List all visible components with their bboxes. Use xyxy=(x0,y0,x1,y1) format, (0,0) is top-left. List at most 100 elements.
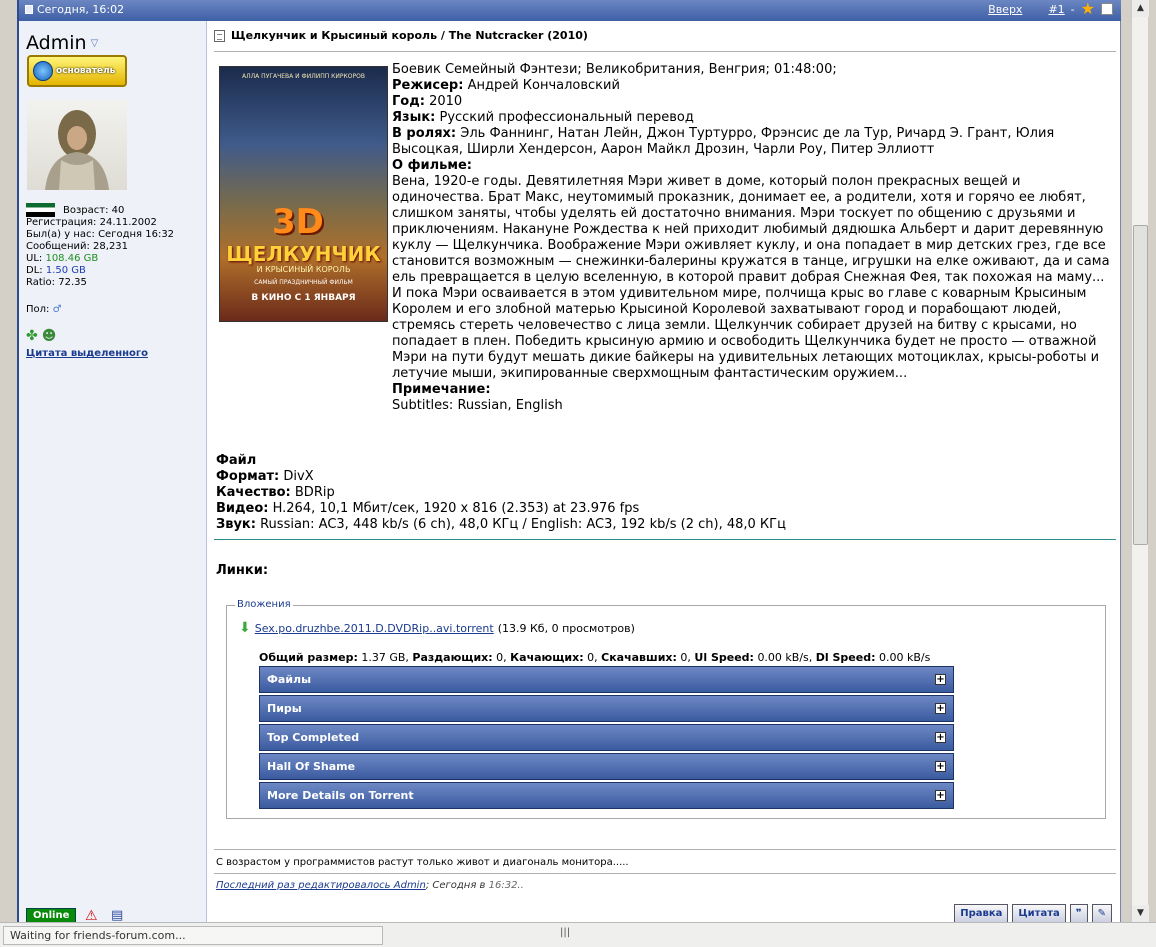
rank-badge: основатель xyxy=(27,55,127,87)
poster-title: ЩЕЛКУНЧИК xyxy=(226,242,381,266)
links-label: Линки: xyxy=(216,563,269,578)
user-icon[interactable]: ☻ xyxy=(42,328,57,344)
avatar-image xyxy=(45,110,109,190)
edited-time: 16:32.. xyxy=(488,880,524,891)
seeders-label: Раздающих: xyxy=(412,651,493,664)
ul-speed-value: 0.00 kB/s, xyxy=(757,651,813,664)
expand-icon[interactable]: + xyxy=(935,703,946,714)
director-label: Режисер: xyxy=(392,78,464,93)
dl-speed-label: Dl Speed: xyxy=(815,651,876,664)
video-label: Видео: xyxy=(216,501,269,516)
divider xyxy=(214,51,1116,52)
torrent-file-meta: (13.9 Кб, 0 просмотров) xyxy=(497,621,635,635)
star-icon[interactable]: ★ xyxy=(1081,1,1095,17)
audio: Russian: AC3, 448 kb/s (6 ch), 48,0 КГц … xyxy=(260,517,786,532)
scrollbar-thumb[interactable] xyxy=(1133,225,1148,545)
language: Русский профессиональный перевод xyxy=(439,110,694,125)
section-hall-of-shame[interactable]: Hall Of Shame + xyxy=(259,753,954,780)
status-text: Waiting for friends-forum.com... xyxy=(3,926,383,945)
username-text: Admin xyxy=(26,32,87,54)
post-title: Щелкунчик и Крысиный король / The Nutcra… xyxy=(214,29,588,42)
note-text: Subtitles: Russian, English xyxy=(392,398,563,413)
username[interactable]: Admin ▽ xyxy=(26,32,98,54)
expand-icon[interactable]: + xyxy=(935,732,946,743)
quote-selected-link[interactable]: Цитата выделенного xyxy=(26,348,148,359)
signature: С возрастом у программистов растут тольк… xyxy=(216,857,629,868)
vertical-scrollbar[interactable]: ▲ ▼ xyxy=(1131,0,1149,922)
browser-frame: Сегодня, 16:02 Вверх #1 - ★ Admin ▽ осно… xyxy=(17,0,1121,947)
expand-icon[interactable]: + xyxy=(935,674,946,685)
edited-sep: ; xyxy=(425,880,430,891)
post-header-right: Вверх #1 - ★ xyxy=(988,1,1113,17)
private-message-icon[interactable]: ▤ xyxy=(111,908,123,923)
section-peers-label: Пиры xyxy=(267,702,302,715)
user-ratio: Ratio: 72.35 xyxy=(26,277,87,288)
about-text: Вена, 1920-е годы. Девятилетняя Мэри жив… xyxy=(392,174,1110,381)
dl-speed-value: 0.00 kB/s xyxy=(879,651,931,664)
section-top-completed[interactable]: Top Completed + xyxy=(259,724,954,751)
scroll-down-icon[interactable]: ▼ xyxy=(1132,905,1149,922)
clover-icon[interactable]: ✤ xyxy=(26,328,38,344)
resize-grip-icon[interactable]: ||| xyxy=(560,927,570,938)
attachments-box: Вложения ⬇ Sex.po.druzhbe.2011.D.DVDRip.… xyxy=(226,599,1106,819)
format-label: Формат: xyxy=(216,469,280,484)
seeders-value: 0, xyxy=(496,651,507,664)
section-more-details[interactable]: More Details on Torrent + xyxy=(259,782,954,809)
expand-icon[interactable]: + xyxy=(935,790,946,801)
edited-when: Сегодня в xyxy=(432,880,486,891)
post-actions: Правка Цитата ❞ ✎ xyxy=(954,904,1112,924)
quality-label: Качество: xyxy=(216,485,291,500)
ul-value: 108.46 GB xyxy=(45,253,99,264)
post-number-link[interactable]: #1 xyxy=(1048,3,1064,16)
status-bar: Waiting for friends-forum.com... ||| xyxy=(0,922,1156,947)
edited-link[interactable]: Последний раз редактировалось Admin xyxy=(216,880,426,891)
format: DivX xyxy=(283,469,314,484)
user-age: Возраст: 40 xyxy=(63,205,125,216)
scroll-top-link[interactable]: Вверх xyxy=(988,3,1022,16)
multiquote-button[interactable]: ❞ xyxy=(1069,904,1088,924)
gender-label: Пол: xyxy=(26,304,50,315)
dl-value: 1.50 GB xyxy=(45,265,86,276)
divider xyxy=(214,539,1116,540)
movie-genre: Боевик Семейный Фэнтези; Великобритания,… xyxy=(392,62,837,77)
video: H.264, 10,1 Мбит/сек, 1920 x 816 (2.353)… xyxy=(272,501,640,516)
quality: BDRip xyxy=(294,485,335,500)
user-sidebar: Admin ▽ основатель Возраст: 40 Регистрац… xyxy=(19,21,207,947)
file-info: Файл Формат: DivX Качество: BDRip Видео:… xyxy=(216,453,1116,533)
movie-description: Боевик Семейный Фэнтези; Великобритания,… xyxy=(392,62,1114,414)
user-registered: Регистрация: 24.11.2002 xyxy=(26,217,157,228)
attachment-item: ⬇ Sex.po.druzhbe.2011.D.DVDRip..avi.torr… xyxy=(239,620,635,636)
section-peers[interactable]: Пиры + xyxy=(259,695,954,722)
male-icon: ♂ xyxy=(52,304,62,315)
quick-reply-icon[interactable]: ✎ xyxy=(1091,904,1112,924)
select-post-checkbox[interactable] xyxy=(1101,3,1113,15)
torrent-file-link[interactable]: Sex.po.druzhbe.2011.D.DVDRip..avi.torren… xyxy=(255,622,494,635)
expand-icon[interactable]: + xyxy=(935,761,946,772)
poster-tagline: САМЫЙ ПРАЗДНИЧНЫЙ ФИЛЬМ xyxy=(254,279,353,286)
section-more-details-label: More Details on Torrent xyxy=(267,789,414,802)
leechers-label: Качающих: xyxy=(510,651,584,664)
poster-top-text: АЛЛА ПУГАЧЕВА И ФИЛИПП КИРКОРОВ xyxy=(242,73,365,80)
movie-poster[interactable]: АЛЛА ПУГАЧЕВА И ФИЛИПП КИРКОРОВ 3D ЩЕЛКУ… xyxy=(219,66,388,322)
divider xyxy=(214,873,1116,874)
download-arrow-icon[interactable]: ⬇ xyxy=(239,620,251,636)
downloaded-value: 0, xyxy=(680,651,691,664)
user-last-seen: Был(а) у нас: Сегодня 16:32 xyxy=(26,229,175,240)
quote-button[interactable]: Цитата xyxy=(1012,904,1066,924)
online-badge: Online xyxy=(26,908,77,923)
dropdown-icon[interactable]: ▽ xyxy=(91,38,99,49)
cast: Эль Фаннинг, Натан Лейн, Джон Туртурро, … xyxy=(392,126,1055,157)
avatar xyxy=(27,100,127,190)
post-date: Сегодня, 16:02 xyxy=(25,3,124,16)
torrent-stats: Общий размер: 1.37 GB, Раздающих: 0, Кач… xyxy=(259,651,930,664)
section-top-completed-label: Top Completed xyxy=(267,731,360,744)
section-files[interactable]: Файлы + xyxy=(259,666,954,693)
flag-icon xyxy=(26,203,55,217)
size-label: Общий размер: xyxy=(259,651,358,664)
section-hall-of-shame-label: Hall Of Shame xyxy=(267,760,356,773)
section-files-label: Файлы xyxy=(267,673,312,686)
scroll-up-icon[interactable]: ▲ xyxy=(1132,0,1149,17)
edit-button[interactable]: Правка xyxy=(954,904,1009,924)
downloaded-label: Скачавших: xyxy=(601,651,677,664)
user-posts: Сообщений: 28,231 xyxy=(26,241,129,252)
